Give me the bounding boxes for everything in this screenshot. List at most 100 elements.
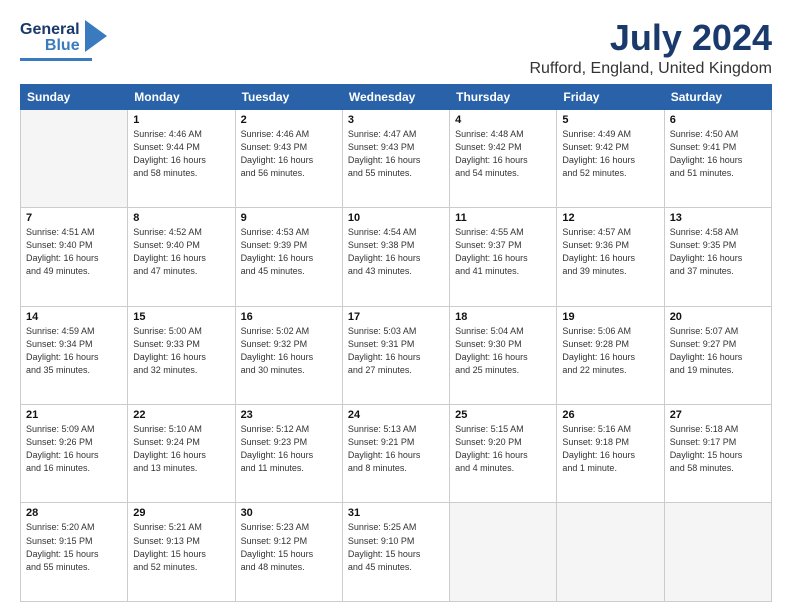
- calendar-cell: 22Sunrise: 5:10 AM Sunset: 9:24 PM Dayli…: [128, 405, 235, 503]
- calendar-cell: 28 Sunrise: 5:20 AM Sunset: 9:15 PM Dayli…: [21, 503, 128, 602]
- day-info: Sunrise: 4:58 AM Sunset: 9:35 PM Dayligh…: [670, 226, 766, 278]
- day-number: 14: [26, 311, 122, 323]
- day-number: 25: [455, 409, 551, 421]
- day-info: Sunrise: 4:48 AM Sunset: 9:42 PM Dayligh…: [455, 128, 551, 180]
- header: General Blue July 2024 Rufford, England,…: [20, 18, 772, 78]
- day-info: Sunrise: 4:51 AM Sunset: 9:40 PM Dayligh…: [26, 226, 122, 278]
- day-info: Sunrise: 4:59 AM Sunset: 9:34 PM Dayligh…: [26, 325, 122, 377]
- subtitle: Rufford, England, United Kingdom: [529, 60, 772, 78]
- day-number: 2: [241, 114, 337, 126]
- calendar-cell: 14 Sunrise: 4:59 AM Sunset: 9:34 PM Dayli…: [21, 306, 128, 404]
- day-number: 16: [241, 311, 337, 323]
- day-number: 4: [455, 114, 551, 126]
- calendar-cell: [557, 503, 664, 602]
- day-info: Sunrise: 4:47 AM Sunset: 9:43 PM Dayligh…: [348, 128, 444, 180]
- calendar-cell: [450, 503, 557, 602]
- calendar-cell: 2 Sunrise: 4:46 AM Sunset: 9:43 PM Daylig…: [235, 109, 342, 207]
- day-info: Sunrise: 5:07 AM Sunset: 9:27 PM Dayligh…: [670, 325, 766, 377]
- day-info: Sunrise: 4:49 AM Sunset: 9:42 PM Dayligh…: [562, 128, 658, 180]
- day-info: Sunrise: 5:16 AM Sunset: 9:18 PM Dayligh…: [562, 423, 658, 475]
- calendar-cell: 21 Sunrise: 5:09 AM Sunset: 9:26 PM Dayli…: [21, 405, 128, 503]
- day-number: 18: [455, 311, 551, 323]
- day-number: 22: [133, 409, 229, 421]
- day-number: 6: [670, 114, 766, 126]
- calendar-cell: 19 Sunrise: 5:06 AM Sunset: 9:28 PM Dayli…: [557, 306, 664, 404]
- day-info: Sunrise: 4:55 AM Sunset: 9:37 PM Dayligh…: [455, 226, 551, 278]
- day-info: Sunrise: 4:52 AM Sunset: 9:40 PM Dayligh…: [133, 226, 229, 278]
- day-info: Sunrise: 5:20 AM Sunset: 9:15 PM Dayligh…: [26, 521, 122, 573]
- day-number: 20: [670, 311, 766, 323]
- calendar-cell: 25 Sunrise: 5:15 AM Sunset: 9:20 PM Dayli…: [450, 405, 557, 503]
- calendar-cell: 11 Sunrise: 4:55 AM Sunset: 9:37 PM Dayli…: [450, 208, 557, 306]
- day-number: 11: [455, 212, 551, 224]
- day-number: 30: [241, 507, 337, 519]
- day-number: 5: [562, 114, 658, 126]
- day-info: Sunrise: 5:15 AM Sunset: 9:20 PM Dayligh…: [455, 423, 551, 475]
- calendar-cell: 4 Sunrise: 4:48 AM Sunset: 9:42 PM Daylig…: [450, 109, 557, 207]
- day-number: 29: [133, 507, 229, 519]
- calendar-cell: 6Sunrise: 4:50 AM Sunset: 9:41 PM Daylig…: [664, 109, 771, 207]
- title-block: July 2024 Rufford, England, United Kingd…: [529, 18, 772, 78]
- day-info: Sunrise: 4:46 AM Sunset: 9:43 PM Dayligh…: [241, 128, 337, 180]
- calendar-cell: 23Sunrise: 5:12 AM Sunset: 9:23 PM Dayli…: [235, 405, 342, 503]
- calendar-cell: 3 Sunrise: 4:47 AM Sunset: 9:43 PM Daylig…: [342, 109, 449, 207]
- main-title: July 2024: [529, 18, 772, 58]
- day-number: 19: [562, 311, 658, 323]
- day-info: Sunrise: 5:23 AM Sunset: 9:12 PM Dayligh…: [241, 521, 337, 573]
- calendar-cell: 5 Sunrise: 4:49 AM Sunset: 9:42 PM Daylig…: [557, 109, 664, 207]
- day-number: 26: [562, 409, 658, 421]
- logo-text-general: General: [20, 22, 80, 38]
- day-number: 17: [348, 311, 444, 323]
- calendar-cell: 29Sunrise: 5:21 AM Sunset: 9:13 PM Dayli…: [128, 503, 235, 602]
- day-info: Sunrise: 5:03 AM Sunset: 9:31 PM Dayligh…: [348, 325, 444, 377]
- day-number: 31: [348, 507, 444, 519]
- day-info: Sunrise: 4:57 AM Sunset: 9:36 PM Dayligh…: [562, 226, 658, 278]
- calendar-cell: 18 Sunrise: 5:04 AM Sunset: 9:30 PM Dayli…: [450, 306, 557, 404]
- calendar-header-row: SundayMondayTuesdayWednesdayThursdayFrid…: [21, 84, 772, 109]
- day-info: Sunrise: 5:02 AM Sunset: 9:32 PM Dayligh…: [241, 325, 337, 377]
- calendar-week-row: 21 Sunrise: 5:09 AM Sunset: 9:26 PM Dayli…: [21, 405, 772, 503]
- calendar-cell: 20 Sunrise: 5:07 AM Sunset: 9:27 PM Dayli…: [664, 306, 771, 404]
- day-info: Sunrise: 5:09 AM Sunset: 9:26 PM Dayligh…: [26, 423, 122, 475]
- calendar-cell: 1Sunrise: 4:46 AM Sunset: 9:44 PM Daylig…: [128, 109, 235, 207]
- day-number: 9: [241, 212, 337, 224]
- day-info: Sunrise: 5:06 AM Sunset: 9:28 PM Dayligh…: [562, 325, 658, 377]
- logo-text-blue: Blue: [45, 38, 80, 54]
- calendar-cell: 24 Sunrise: 5:13 AM Sunset: 9:21 PM Dayli…: [342, 405, 449, 503]
- weekday-header-saturday: Saturday: [664, 84, 771, 109]
- logo-underline: [20, 58, 92, 61]
- day-info: Sunrise: 5:12 AM Sunset: 9:23 PM Dayligh…: [241, 423, 337, 475]
- page: General Blue July 2024 Rufford, England,…: [0, 0, 792, 612]
- calendar-cell: [664, 503, 771, 602]
- calendar-cell: 9Sunrise: 4:53 AM Sunset: 9:39 PM Daylig…: [235, 208, 342, 306]
- day-number: 28: [26, 507, 122, 519]
- calendar-cell: 26 Sunrise: 5:16 AM Sunset: 9:18 PM Dayli…: [557, 405, 664, 503]
- calendar-cell: 31Sunrise: 5:25 AM Sunset: 9:10 PM Dayli…: [342, 503, 449, 602]
- day-number: 27: [670, 409, 766, 421]
- calendar-week-row: 7Sunrise: 4:51 AM Sunset: 9:40 PM Daylig…: [21, 208, 772, 306]
- day-info: Sunrise: 5:04 AM Sunset: 9:30 PM Dayligh…: [455, 325, 551, 377]
- calendar-table: SundayMondayTuesdayWednesdayThursdayFrid…: [20, 84, 772, 602]
- weekday-header-friday: Friday: [557, 84, 664, 109]
- day-info: Sunrise: 5:00 AM Sunset: 9:33 PM Dayligh…: [133, 325, 229, 377]
- calendar-cell: 15Sunrise: 5:00 AM Sunset: 9:33 PM Dayli…: [128, 306, 235, 404]
- weekday-header-wednesday: Wednesday: [342, 84, 449, 109]
- day-info: Sunrise: 5:13 AM Sunset: 9:21 PM Dayligh…: [348, 423, 444, 475]
- day-number: 10: [348, 212, 444, 224]
- logo: General Blue: [20, 18, 107, 61]
- day-info: Sunrise: 4:54 AM Sunset: 9:38 PM Dayligh…: [348, 226, 444, 278]
- calendar-cell: 7Sunrise: 4:51 AM Sunset: 9:40 PM Daylig…: [21, 208, 128, 306]
- day-number: 21: [26, 409, 122, 421]
- calendar-week-row: 1Sunrise: 4:46 AM Sunset: 9:44 PM Daylig…: [21, 109, 772, 207]
- calendar-cell: 12 Sunrise: 4:57 AM Sunset: 9:36 PM Dayli…: [557, 208, 664, 306]
- calendar-week-row: 14 Sunrise: 4:59 AM Sunset: 9:34 PM Dayli…: [21, 306, 772, 404]
- day-number: 13: [670, 212, 766, 224]
- day-number: 24: [348, 409, 444, 421]
- day-info: Sunrise: 4:46 AM Sunset: 9:44 PM Dayligh…: [133, 128, 229, 180]
- weekday-header-thursday: Thursday: [450, 84, 557, 109]
- day-info: Sunrise: 5:18 AM Sunset: 9:17 PM Dayligh…: [670, 423, 766, 475]
- calendar-cell: 17 Sunrise: 5:03 AM Sunset: 9:31 PM Dayli…: [342, 306, 449, 404]
- day-number: 12: [562, 212, 658, 224]
- day-number: 3: [348, 114, 444, 126]
- weekday-header-monday: Monday: [128, 84, 235, 109]
